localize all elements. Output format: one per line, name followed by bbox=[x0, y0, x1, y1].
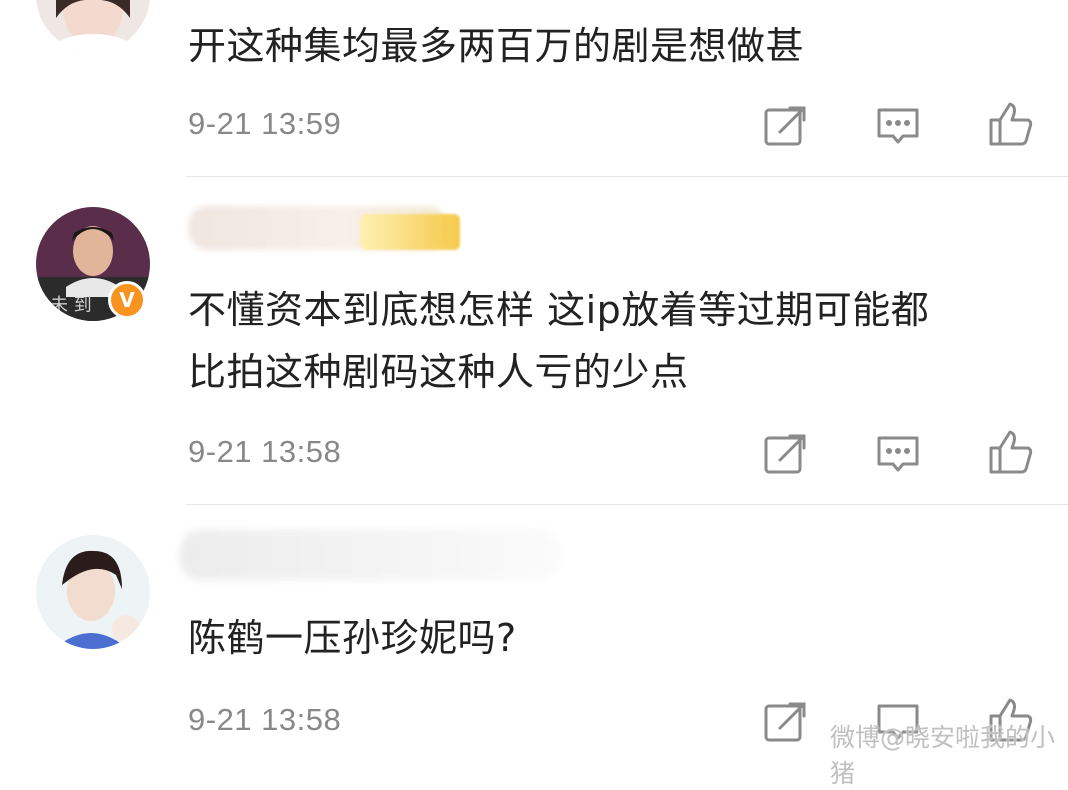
comment-icon bbox=[877, 108, 919, 144]
repost-button[interactable] bbox=[760, 430, 808, 478]
comment-timestamp: 9-21 13:58 bbox=[188, 702, 342, 737]
comment-button[interactable] bbox=[874, 102, 922, 150]
watermark: 微博@晓安啦我的小猪 bbox=[830, 723, 1056, 788]
repost-button[interactable] bbox=[760, 102, 808, 150]
comment-button[interactable] bbox=[874, 430, 922, 478]
svg-text:未 到: 未 到 bbox=[50, 295, 92, 316]
verified-badge: V bbox=[108, 281, 146, 319]
comment-icon bbox=[877, 436, 919, 472]
like-icon bbox=[989, 430, 1033, 474]
repost-icon bbox=[764, 106, 806, 146]
level-badge bbox=[360, 214, 460, 250]
repost-button[interactable] bbox=[760, 698, 808, 746]
comment-text-line-2: 比拍这种剧码这种人亏的少点 bbox=[188, 350, 689, 394]
comment-timestamp: 9-21 13:59 bbox=[188, 106, 342, 141]
comment-text: 开这种集均最多两百万的剧是想做甚 bbox=[188, 24, 805, 68]
repost-icon bbox=[764, 434, 806, 474]
divider bbox=[186, 176, 1068, 177]
comment-text: 陈鹤一压孙珍妮吗? bbox=[188, 616, 517, 660]
like-icon bbox=[989, 102, 1033, 146]
avatar[interactable] bbox=[36, 0, 150, 52]
comment-timestamp: 9-21 13:58 bbox=[188, 434, 342, 469]
comment-text-line-1: 不懂资本到底想怎样 这ip放着等过期可能都 bbox=[188, 288, 930, 332]
repost-icon bbox=[764, 702, 806, 742]
like-button[interactable] bbox=[986, 428, 1034, 476]
divider bbox=[186, 504, 1068, 505]
like-button[interactable] bbox=[986, 100, 1034, 148]
avatar[interactable] bbox=[36, 535, 150, 649]
username-redacted bbox=[180, 530, 560, 580]
